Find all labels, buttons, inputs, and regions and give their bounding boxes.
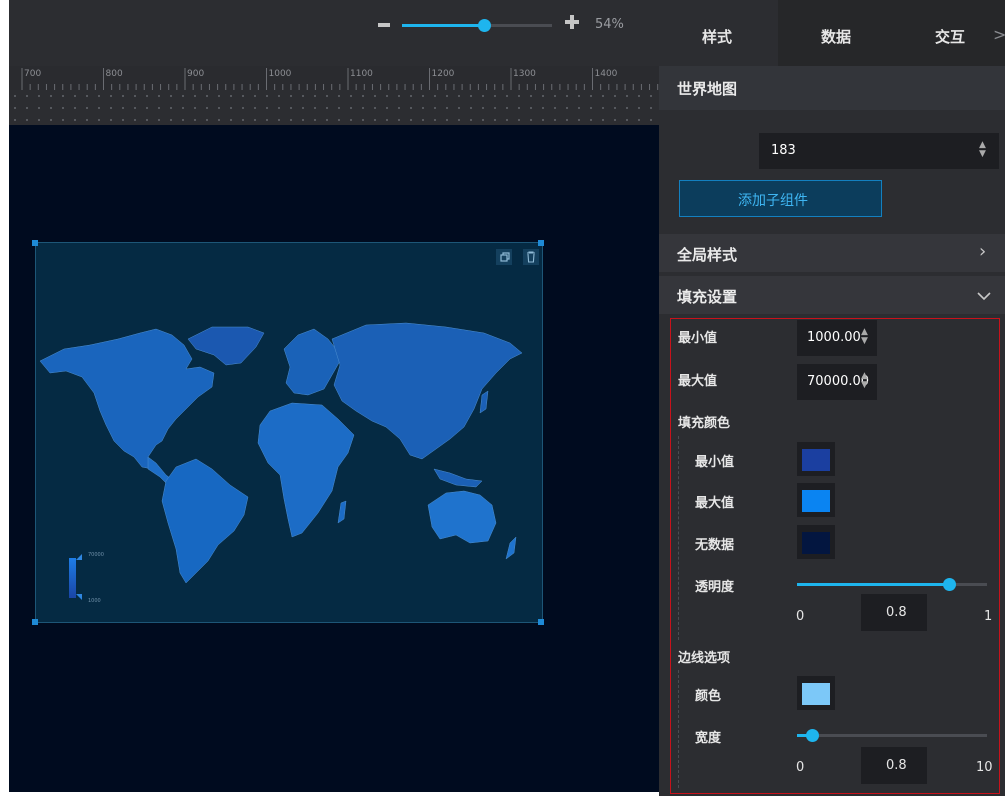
greenland-shape <box>187 326 265 366</box>
australia-shape <box>427 490 497 544</box>
spinner-arrows-icon[interactable]: ▲ ▼ <box>861 328 868 346</box>
madagascar-shape <box>337 500 347 524</box>
spinner-arrows-icon[interactable]: ▲ ▼ <box>979 141 986 159</box>
panel-tabs: 样式 数据 交互 > <box>659 0 1005 66</box>
editor-toolbar: 54% <box>9 0 659 66</box>
legend-max-label: 70000 <box>88 552 104 558</box>
ruler-tick-label: 1200 <box>431 69 455 79</box>
south-america-shape <box>161 458 249 584</box>
fill-color-title: 填充颜色 <box>678 416 731 431</box>
fill-nodata-color-label: 无数据 <box>695 538 735 553</box>
component-title: 世界地图 <box>677 80 738 98</box>
fill-settings-label: 填充设置 <box>677 288 738 306</box>
indonesia-shape <box>433 468 483 488</box>
zoom-slider[interactable] <box>402 19 552 32</box>
new-zealand-shape <box>505 536 517 560</box>
resize-handle-top-left[interactable] <box>32 240 38 246</box>
fill-min-color-label: 最小值 <box>695 455 735 470</box>
min-value-input[interactable]: 1000.00 ▲ ▼ <box>797 320 877 356</box>
fill-settings-section[interactable]: 填充设置 <box>659 276 1005 314</box>
resize-handle-top-right[interactable] <box>538 240 544 246</box>
fill-nodata-color-picker[interactable] <box>797 525 835 559</box>
ruler-tick-label: 1000 <box>268 69 292 79</box>
global-style-label: 全局样式 <box>677 246 738 264</box>
resize-handle-bottom-left[interactable] <box>32 619 38 625</box>
chevron-right-icon: › <box>979 241 987 262</box>
add-subcomponent-button[interactable]: 添加子组件 <box>679 180 882 217</box>
ruler-tick-label: 800 <box>105 69 123 79</box>
fill-color-guide-line <box>678 436 679 640</box>
zoom-out-icon[interactable] <box>378 23 390 27</box>
size-input[interactable]: 183 ▲ ▼ <box>759 133 999 169</box>
border-color-label: 颜色 <box>695 689 722 704</box>
ruler-tick-label: 1400 <box>594 69 618 79</box>
global-style-section[interactable]: 全局样式 › <box>659 234 1005 272</box>
fill-max-color-picker[interactable] <box>797 483 835 517</box>
world-map-widget[interactable]: 70000 1000 <box>35 242 543 623</box>
world-map <box>39 322 523 584</box>
border-color-swatch <box>802 683 830 705</box>
config-panel: 样式 数据 交互 > 世界地图 183 ▲ ▼ 添加子组件 全局样式 › 填充设置… <box>659 0 1005 796</box>
opacity-slider-fill <box>797 583 949 586</box>
chevron-down-icon <box>977 292 991 301</box>
border-width-value-input[interactable]: 0.8 <box>861 747 927 784</box>
opacity-min-label: 0 <box>796 609 805 624</box>
map-legend-bar <box>69 558 76 598</box>
component-title-bar: 世界地图 <box>659 66 1005 110</box>
min-value-label: 最小值 <box>678 331 718 346</box>
zoom-percent: 54% <box>595 17 624 32</box>
north-america-shape <box>39 328 215 470</box>
chevron-right-icon[interactable]: > <box>993 25 1005 44</box>
max-value-label: 最大值 <box>678 374 718 389</box>
resize-handle-bottom-right[interactable] <box>538 619 544 625</box>
japan-shape <box>479 390 489 414</box>
max-value-input[interactable]: 70000.00 ▲ ▼ <box>797 364 877 400</box>
canvas-grid-margin <box>9 90 659 125</box>
spinner-arrows-icon[interactable]: ▲ ▼ <box>861 372 868 390</box>
opacity-label: 透明度 <box>695 580 735 595</box>
ruler-tick-label: 1100 <box>350 69 373 79</box>
border-options-title: 边线选项 <box>678 651 731 666</box>
border-width-slider-knob[interactable] <box>806 729 819 742</box>
fill-min-color-picker[interactable] <box>797 442 835 476</box>
ruler-tick-label: 1300 <box>513 69 536 79</box>
border-width-min-label: 0 <box>796 760 805 775</box>
border-color-picker[interactable] <box>797 676 835 710</box>
zoom-slider-fill <box>402 24 485 27</box>
legend-min-label: 1000 <box>88 598 101 604</box>
horizontal-ruler: 7008009001000110012001300140015001600 <box>9 66 659 90</box>
border-width-max-label: 10 <box>976 760 993 775</box>
border-guide-line <box>678 670 679 788</box>
ruler-tick-label: 900 <box>187 69 205 79</box>
opacity-value-input[interactable]: 0.8 <box>861 594 927 631</box>
opacity-slider-knob[interactable] <box>943 578 956 591</box>
border-width-label: 宽度 <box>695 731 722 746</box>
russia-asia-shape <box>331 322 523 460</box>
tab-data[interactable]: 数据 <box>821 26 851 47</box>
tab-style[interactable]: 样式 <box>659 0 778 66</box>
legend-handles <box>76 554 82 600</box>
opacity-max-label: 1 <box>984 609 993 624</box>
tab-interaction[interactable]: 交互 <box>935 26 965 47</box>
fill-max-color-label: 最大值 <box>695 496 735 511</box>
fill-max-color-swatch <box>802 490 830 512</box>
zoom-slider-knob[interactable] <box>478 19 491 32</box>
opacity-slider[interactable] <box>797 578 987 591</box>
zoom-in-icon[interactable] <box>565 15 579 29</box>
fill-nodata-color-swatch <box>802 532 830 554</box>
fill-min-color-swatch <box>802 449 830 471</box>
europe-shape <box>283 328 341 396</box>
ruler-tick-label: 700 <box>24 69 42 79</box>
border-width-slider[interactable] <box>797 729 987 742</box>
